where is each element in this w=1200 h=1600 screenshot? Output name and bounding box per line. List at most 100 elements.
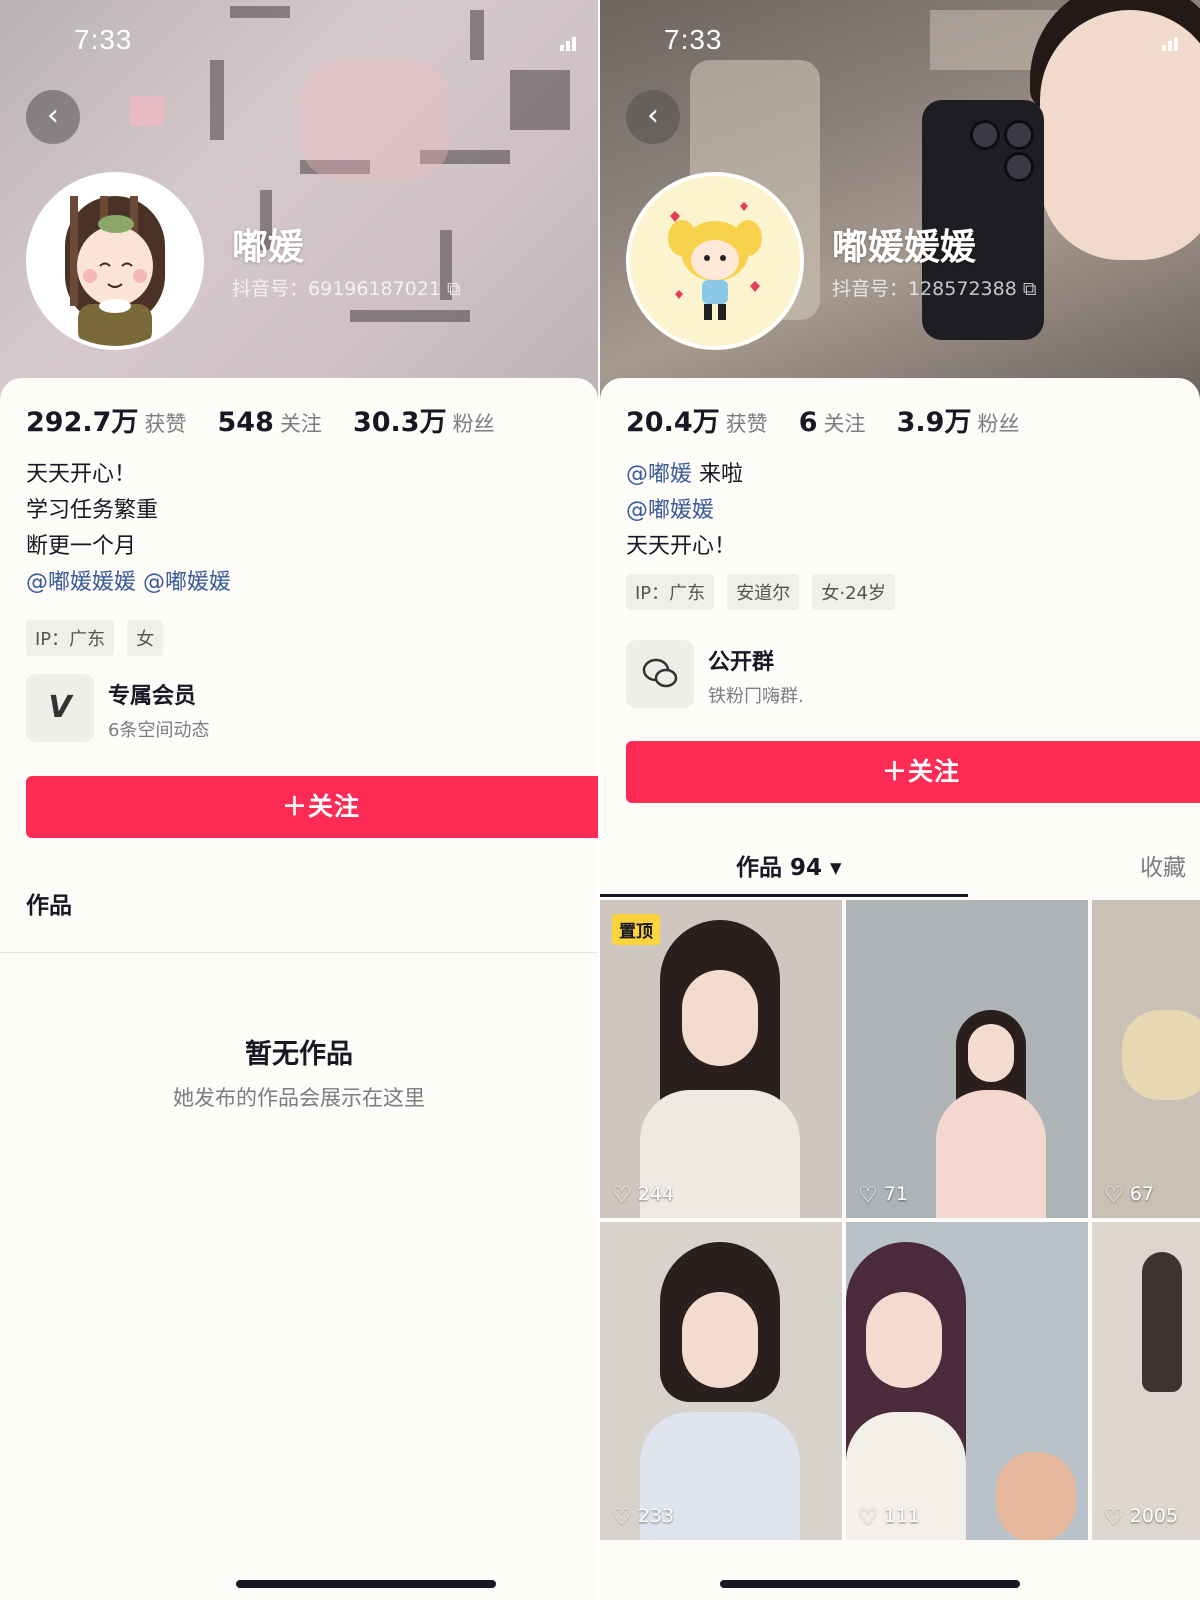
tag-ip: IP：广东 xyxy=(26,620,115,656)
like-count-value: 2005 xyxy=(1129,1505,1179,1527)
video-thumbnail[interactable]: 置顶 ♡ 244 xyxy=(600,900,842,1218)
heart-icon: ♡ xyxy=(858,1505,878,1530)
video-thumbnail[interactable]: ♡ 233 xyxy=(600,1222,842,1540)
profile-card-left: 292.7万 获赞 548 关注 30.3万 粉丝 天天开心！ 学习任务繁重 断更一个… xyxy=(0,378,598,1600)
tab-works[interactable]: 作品 94 ▾ xyxy=(736,848,842,882)
heart-icon: ♡ xyxy=(1104,1183,1124,1208)
nickname: 嘟媛媛媛 xyxy=(832,227,977,268)
stat-likes-label: 获赞 xyxy=(144,412,187,436)
follow-button[interactable]: ＋关注 xyxy=(626,741,1200,803)
back-button[interactable]: ‹ xyxy=(626,90,680,144)
profile-panel-left: 7:33 ‹ 嘟媛 抖音号：69196187021 ⧉ 292.7万 获赞 54… xyxy=(0,0,598,1600)
stat-following-label: 关注 xyxy=(823,412,866,436)
bio-line: 天天开心！ xyxy=(626,534,737,559)
mention-link[interactable]: @嘟媛媛 xyxy=(143,570,231,595)
like-count-value: 244 xyxy=(637,1183,674,1205)
tag-gender-age: 女·24岁 xyxy=(812,574,895,610)
stat-following[interactable]: 548 关注 xyxy=(218,407,322,438)
stat-following-count: 548 xyxy=(217,407,274,438)
home-indicator[interactable] xyxy=(236,1580,496,1588)
mention-link[interactable]: @嘟媛媛 xyxy=(626,498,714,523)
membership-entry[interactable]: V 专属会员 6条空间动态 xyxy=(26,674,588,744)
like-count: ♡ 244 xyxy=(612,1183,674,1208)
avatar[interactable] xyxy=(626,172,804,350)
stat-following-count: 6 xyxy=(798,407,818,438)
like-count-value: 111 xyxy=(883,1505,920,1527)
stat-followers[interactable]: 30.3万 粉丝 xyxy=(353,400,495,439)
profile-card-right: 20.4万 获赞 6 关注 3.9万 粉丝 @嘟媛 来啦 @嘟媛媛 天天开心！ IP：… xyxy=(600,378,1200,1600)
like-count: ♡ 111 xyxy=(858,1505,920,1530)
tag-location: 安道尔 xyxy=(727,574,800,610)
stat-likes-label: 获赞 xyxy=(725,412,768,436)
chevron-left-icon: ‹ xyxy=(47,98,59,133)
chevron-left-icon: ‹ xyxy=(647,98,659,133)
video-thumbnail[interactable]: ♡ 67 xyxy=(1092,900,1200,1218)
like-count-value: 71 xyxy=(883,1183,908,1205)
stat-followers-label: 粉丝 xyxy=(977,412,1020,436)
status-time: 7:33 xyxy=(664,24,723,55)
group-chat-entry[interactable]: 公开群 铁粉冂嗨群. xyxy=(626,640,1190,710)
stat-following[interactable]: 6 关注 xyxy=(799,407,866,438)
tag-gender: 女 xyxy=(127,620,164,656)
stat-likes-count: 292.7万 xyxy=(26,407,139,438)
tag-ip: IP：广东 xyxy=(626,574,715,610)
video-thumbnail[interactable]: ♡ 71 xyxy=(846,900,1088,1218)
group-chat-subtitle: 铁粉冂嗨群. xyxy=(708,686,804,707)
signal-icon xyxy=(1162,32,1180,51)
like-count-value: 67 xyxy=(1129,1183,1154,1205)
stat-following-label: 关注 xyxy=(279,412,322,436)
bio-line: 断更一个月 xyxy=(26,534,137,559)
back-button[interactable]: ‹ xyxy=(26,90,80,144)
stats-row: 292.7万 获赞 548 关注 30.3万 粉丝 xyxy=(26,400,521,439)
profile-panel-right: 7:33 ‹ 嘟媛媛媛 抖音号：128572388 ⧉ 20.4万 获赞 6 关… xyxy=(600,0,1200,1600)
works-tab[interactable]: 作品 xyxy=(26,886,72,920)
bio-line: @嘟媛 来啦 xyxy=(626,456,743,488)
avatar-illustration xyxy=(30,176,200,346)
empty-state-subtitle: 她发布的作品会展示在这里 xyxy=(173,1086,425,1110)
heart-icon: ♡ xyxy=(858,1183,878,1208)
home-indicator[interactable] xyxy=(720,1580,1020,1588)
pinned-badge: 置顶 xyxy=(612,914,660,945)
bio-text: 来啦 xyxy=(692,462,744,487)
follow-button[interactable]: ＋关注 xyxy=(26,776,598,838)
heart-icon: ♡ xyxy=(612,1183,632,1208)
like-count-value: 233 xyxy=(637,1505,674,1527)
tab-favorites[interactable]: 收藏 xyxy=(1140,848,1186,882)
stat-followers-label: 粉丝 xyxy=(452,412,495,436)
like-count: ♡ 2005 xyxy=(1104,1505,1178,1530)
empty-state-title: 暂无作品 xyxy=(245,1039,353,1070)
mention-link[interactable]: @嘟媛媛媛 xyxy=(26,570,136,595)
bio-line: 天天开心！ xyxy=(26,462,137,487)
group-chat-title: 公开群 xyxy=(708,650,775,675)
bio-line: @嘟媛媛 xyxy=(626,492,714,524)
heart-icon: ♡ xyxy=(1104,1505,1124,1530)
bio-line: 学习任务繁重 xyxy=(26,498,159,523)
stat-followers-count: 3.9万 xyxy=(896,407,972,438)
video-thumbnail[interactable]: ♡ 111 xyxy=(846,1222,1088,1540)
heart-icon: ♡ xyxy=(612,1505,632,1530)
profile-header-left: 7:33 ‹ 嘟媛 抖音号：69196187021 ⧉ xyxy=(0,0,598,400)
douyin-id[interactable]: 抖音号：69196187021 ⧉ xyxy=(232,274,461,301)
like-count: ♡ 67 xyxy=(1104,1183,1154,1208)
signal-icon xyxy=(560,32,578,51)
mention-link[interactable]: @嘟媛 xyxy=(626,462,692,487)
like-count: ♡ 233 xyxy=(612,1505,674,1530)
stat-followers-count: 30.3万 xyxy=(352,407,447,438)
profile-tags: IP：广东 女 xyxy=(26,620,171,656)
divider xyxy=(0,952,598,953)
video-thumbnail[interactable]: ♡ 2005 xyxy=(1092,1222,1200,1540)
like-count: ♡ 71 xyxy=(858,1183,908,1208)
status-time: 7:33 xyxy=(74,24,133,55)
avatar[interactable] xyxy=(26,172,204,350)
stats-row: 20.4万 获赞 6 关注 3.9万 粉丝 xyxy=(626,400,1045,439)
profile-tags: IP：广东 安道尔 女·24岁 xyxy=(626,574,903,610)
stat-followers[interactable]: 3.9万 粉丝 xyxy=(897,400,1020,439)
membership-v-icon: V xyxy=(26,674,94,742)
stat-likes[interactable]: 292.7万 获赞 xyxy=(26,400,186,439)
avatar-illustration xyxy=(630,176,800,346)
stat-likes[interactable]: 20.4万 获赞 xyxy=(626,400,768,439)
profile-header-right: 7:33 ‹ 嘟媛媛媛 抖音号：128572388 ⧉ xyxy=(600,0,1200,400)
douyin-id[interactable]: 抖音号：128572388 ⧉ xyxy=(832,274,1036,301)
copy-icon[interactable]: ⧉ xyxy=(447,278,461,300)
copy-icon[interactable]: ⧉ xyxy=(1023,278,1037,300)
